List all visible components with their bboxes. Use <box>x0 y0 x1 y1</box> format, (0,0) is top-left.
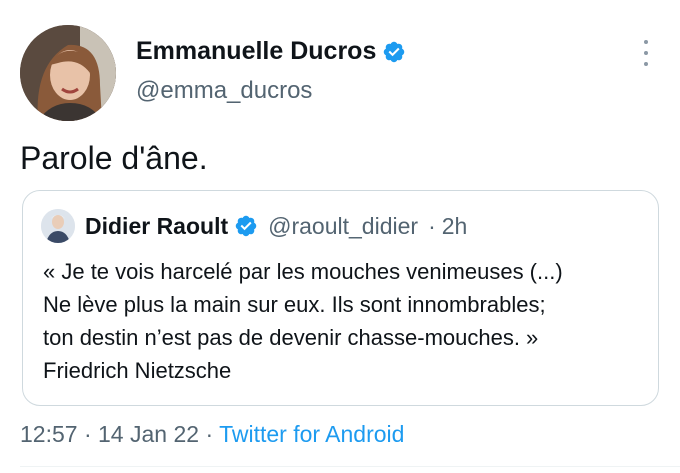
quoted-author-handle[interactable]: @raoult_didier <box>268 213 418 240</box>
quoted-tweet-card[interactable]: Didier Raoult @raoult_didier · 2h « Je t… <box>22 190 659 406</box>
tweet-source-link[interactable]: Twitter for Android <box>219 421 404 447</box>
tweet: Emmanuelle Ducros @emma_ducros Parole d'… <box>0 0 680 473</box>
verified-badge-icon <box>384 41 405 62</box>
author-handle[interactable]: @emma_ducros <box>136 77 312 105</box>
quoted-text-line: ton destin n’est pas de devenir chasse-m… <box>43 325 539 350</box>
more-options-icon[interactable] <box>636 40 656 66</box>
tweet-time[interactable]: 12:57 <box>20 421 78 447</box>
meta-separator: · <box>205 421 214 447</box>
author-avatar[interactable] <box>20 25 116 121</box>
author-name-row[interactable]: Emmanuelle Ducros <box>136 37 406 66</box>
quoted-tweet-header: Didier Raoult @raoult_didier · 2h <box>41 209 467 243</box>
quoted-text-line: « Je te vois harcelé par les mouches ven… <box>43 259 563 284</box>
tweet-timestamp-row: 12:57 · 14 Jan 22 · Twitter for Android <box>20 421 404 448</box>
dot <box>644 62 648 66</box>
quoted-author-name[interactable]: Didier Raoult <box>85 213 228 240</box>
meta-separator: · <box>83 421 92 447</box>
divider <box>20 466 680 467</box>
dot <box>644 40 648 44</box>
quoted-text-line: Friedrich Nietzsche <box>43 358 232 383</box>
meta-separator: · <box>428 212 436 239</box>
dot <box>644 51 648 55</box>
quoted-tweet-time[interactable]: 2h <box>442 213 468 240</box>
quoted-tweet-text: « Je te vois harcelé par les mouches ven… <box>43 255 563 387</box>
tweet-text: Parole d'âne. <box>20 140 208 176</box>
tweet-date[interactable]: 14 Jan 22 <box>98 421 199 447</box>
quoted-author-avatar[interactable] <box>41 209 75 243</box>
verified-badge-icon <box>235 215 257 237</box>
quoted-text-line: Ne lève plus la main sur eux. Ils sont i… <box>43 292 546 317</box>
author-name[interactable]: Emmanuelle Ducros <box>136 37 376 66</box>
